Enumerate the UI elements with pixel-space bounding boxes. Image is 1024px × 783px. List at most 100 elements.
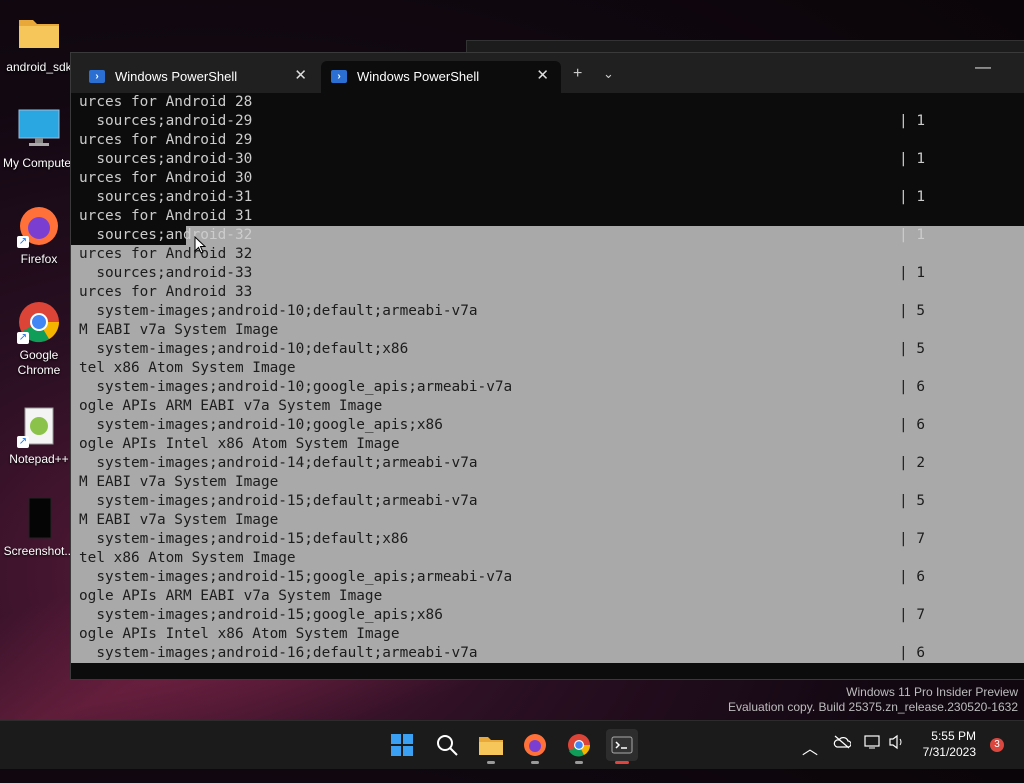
terminal-line: urces for Android 32 [71,245,1024,264]
tab-powershell-1[interactable]: › Windows PowerShell ✕ [79,61,319,93]
desktop-icon-my-computer[interactable]: My Computer [0,108,78,171]
desktop-icon-label: Firefox [20,252,58,266]
terminal-line-text: system-images;android-10;default;x86 [79,341,409,357]
terminal-line: ogle APIs Intel x86 Atom System Image [71,435,1024,454]
terminal-line: urces for Android 30 [71,169,1024,188]
chevron-up-icon[interactable]: ︿ [802,735,818,783]
terminal-line: urces for Android 31 [71,207,1024,226]
terminal-line: sources;android-32 | 1 [71,226,1024,245]
tab-powershell-2[interactable]: › Windows PowerShell ✕ [321,61,561,93]
desktop-icon-label: Screenshot... [3,544,75,558]
new-tab-button[interactable]: + [573,65,582,83]
terminal-line: system-images;android-14;default;armeabi… [71,454,1024,473]
terminal-line-text: system-images;android-15;google_apis;arm… [79,569,513,585]
terminal-line-text: urces for Android 32 [79,246,253,262]
terminal-line: system-images;android-15;google_apis;x86… [71,606,1024,625]
terminal-line: sources;android-33 | 1 [71,264,1024,283]
minimize-button[interactable]: — [975,59,991,77]
terminal-line: system-images;android-10;google_apis;arm… [71,378,1024,397]
folder-icon [17,12,61,56]
volume-icon[interactable] [888,734,906,782]
shortcut-arrow-icon: ↗ [17,236,29,248]
tab-bar: › Windows PowerShell ✕ › Windows PowerSh… [71,53,1024,93]
terminal-line-column: | 5 [899,303,925,319]
terminal-line-text: M EABI v7a System Image [79,512,279,528]
terminal-line-text: sources;android-32 [79,227,253,243]
desktop-icon-label: android_sdk [6,60,72,74]
search-button[interactable] [431,729,463,761]
chrome-icon [568,734,591,757]
desktop-icon-label: Google Chrome [17,348,61,377]
desktop-icon-firefox[interactable]: ↗ Firefox [0,204,78,267]
terminal-line: system-images;android-10;google_apis;x86… [71,416,1024,435]
terminal-line-text: ogle APIs ARM EABI v7a System Image [79,588,383,604]
terminal-line-text: system-images;android-10;google_apis;x86 [79,417,443,433]
terminal-line: urces for Android 33 [71,283,1024,302]
firefox-taskbar-button[interactable] [519,729,551,764]
terminal-line-column: | 6 [899,417,925,433]
screenshot-icon [17,496,61,540]
terminal-line: sources;android-31 | 1 [71,188,1024,207]
terminal-line-text: urces for Android 28 [79,94,253,110]
taskbar: ︿ 5:55 PM 7/31/2023 3 [0,720,1024,769]
network-icon[interactable] [864,735,882,783]
terminal-line-text: system-images;android-10;default;armeabi… [79,303,478,319]
terminal-line: urces for Android 28 [71,93,1024,112]
terminal-line-text: tel x86 Atom System Image [79,360,296,376]
running-indicator [615,761,629,764]
terminal-line-text: tel x86 Atom System Image [79,550,296,566]
terminal-line-text: urces for Android 30 [79,170,253,186]
onedrive-icon[interactable] [833,735,852,783]
terminal-line-text: ogle APIs Intel x86 Atom System Image [79,626,400,642]
terminal-line-text: system-images;android-15;default;armeabi… [79,493,478,509]
terminal-line-text: urces for Android 29 [79,132,253,148]
shortcut-arrow-icon: ↗ [17,436,29,448]
terminal-output[interactable]: urces for Android 28 sources;android-29 |… [71,93,1024,671]
terminal-line-text: M EABI v7a System Image [79,322,279,338]
close-icon[interactable]: ✕ [294,66,307,84]
desktop-icon-notepadpp[interactable]: ↗ Notepad++ [0,404,78,467]
terminal-window[interactable]: › Windows PowerShell ✕ › Windows PowerSh… [70,52,1024,680]
terminal-line: system-images;android-15;google_apis;arm… [71,568,1024,587]
clock-time: 5:55 PM [931,729,976,743]
desktop-icon-chrome[interactable]: ↗ Google Chrome [0,300,78,378]
terminal-line-column: | 5 [899,493,925,509]
running-indicator [531,761,539,764]
terminal-line-column: | 6 [899,379,925,395]
terminal-line-text: sources;android-29 [79,113,253,129]
file-explorer-button[interactable] [475,729,507,764]
desktop-icon-screenshot[interactable]: Screenshot... [0,496,78,559]
system-clock[interactable]: 5:55 PM 7/31/2023 [923,728,976,760]
terminal-line: system-images;android-16;default;armeabi… [71,644,1024,663]
terminal-line: tel x86 Atom System Image [71,359,1024,378]
terminal-line-text: ogle APIs Intel x86 Atom System Image [79,436,400,452]
terminal-taskbar-button[interactable] [606,729,638,764]
search-icon [437,735,458,756]
terminal-line-column: | 1 [899,113,925,129]
start-button[interactable] [386,729,418,761]
powershell-icon: › [89,70,105,83]
terminal-line: ogle APIs ARM EABI v7a System Image [71,397,1024,416]
terminal-line-column: | 1 [899,265,925,281]
tab-title: Windows PowerShell [357,69,480,84]
tab-title: Windows PowerShell [115,69,238,84]
terminal-line: sources;android-30 | 1 [71,150,1024,169]
watermark-line-2: Evaluation copy. Build 25375.zn_release.… [728,700,1018,714]
file-explorer-icon [479,737,503,755]
terminal-line: ogle APIs Intel x86 Atom System Image [71,625,1024,644]
close-icon[interactable]: ✕ [536,66,549,84]
dropdown-button[interactable]: ⌄ [603,66,614,82]
terminal-line-column: | 6 [899,569,925,585]
terminal-line: M EABI v7a System Image [71,511,1024,530]
terminal-line-text: M EABI v7a System Image [79,474,279,490]
terminal-line-text: sources;android-33 [79,265,253,281]
terminal-line-text: ogle APIs ARM EABI v7a System Image [79,398,383,414]
terminal-line-column: | 6 [899,645,925,661]
notification-badge[interactable]: 3 [990,738,1004,752]
terminal-line-text: sources;android-31 [79,189,253,205]
chrome-taskbar-button[interactable] [563,729,595,764]
terminal-line-text: system-images;android-14;default;armeabi… [79,455,478,471]
terminal-line-column: | 1 [899,189,925,205]
firefox-icon [524,734,546,756]
desktop-icon-android-sdk[interactable]: android_sdk [0,12,78,75]
